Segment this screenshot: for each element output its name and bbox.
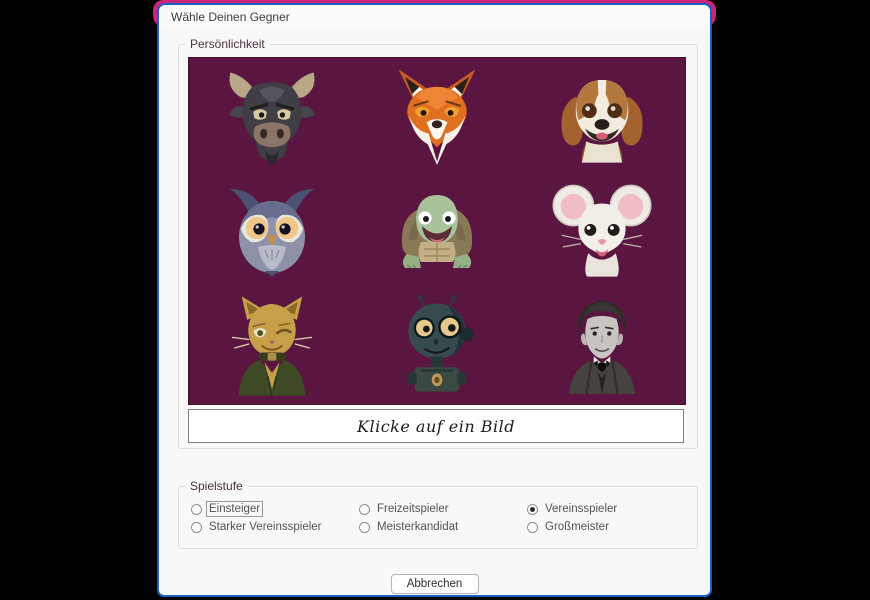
radio-icon[interactable]	[191, 522, 202, 533]
caption-text: Klicke auf ein Bild	[357, 417, 515, 436]
radio-icon[interactable]	[359, 504, 370, 515]
caption-bar: Klicke auf ein Bild	[188, 409, 684, 443]
avatar-man-portrait[interactable]	[527, 291, 677, 401]
radio-option-vereinsspieler[interactable]: Vereinsspieler	[527, 502, 695, 516]
title-bar[interactable]: Wähle Deinen Gegner	[159, 5, 710, 29]
radio-option-starker-vereinsspieler[interactable]: Starker Vereinsspieler	[191, 520, 359, 534]
levels-legend: Spielstufe	[186, 479, 247, 494]
avatar-dog[interactable]	[527, 61, 677, 171]
personality-legend: Persönlichkeit	[186, 37, 269, 52]
radio-label: Freizeitspieler	[375, 502, 451, 516]
man-portrait-icon	[550, 294, 654, 398]
avatar-mouse[interactable]	[527, 176, 677, 286]
radio-label: Vereinsspieler	[543, 502, 619, 516]
radio-label: Starker Vereinsspieler	[207, 520, 324, 534]
radio-icon[interactable]	[191, 504, 202, 515]
dog-icon	[549, 63, 655, 169]
avatar-owl[interactable]	[197, 176, 347, 286]
levels-grid: Einsteiger Freizeitspieler Vereinsspiele…	[191, 500, 693, 536]
avatar-fox[interactable]	[362, 61, 512, 171]
radio-option-einsteiger[interactable]: Einsteiger	[191, 502, 359, 516]
mouse-icon	[549, 178, 655, 284]
radio-icon[interactable]	[527, 504, 538, 515]
avatar-grid	[188, 57, 686, 405]
radio-option-freizeitspieler[interactable]: Freizeitspieler	[359, 502, 527, 516]
robot-icon	[384, 293, 490, 399]
radio-label: Meisterkandidat	[375, 520, 460, 534]
opponent-dialog: Wähle Deinen Gegner Persönlichkeit	[157, 3, 712, 597]
owl-icon	[222, 181, 322, 281]
radio-label: Großmeister	[543, 520, 611, 534]
cat-icon	[218, 292, 326, 400]
radio-option-grossmeister[interactable]: Großmeister	[527, 520, 695, 534]
avatar-robot[interactable]	[362, 291, 512, 401]
personality-groupbox: Persönlichkeit	[178, 44, 698, 449]
radio-icon[interactable]	[359, 522, 370, 533]
fox-icon	[385, 64, 489, 168]
avatar-turtle[interactable]	[362, 176, 512, 286]
avatar-cat[interactable]	[197, 291, 347, 401]
avatar-bull[interactable]	[197, 61, 347, 171]
dialog-title: Wähle Deinen Gegner	[171, 10, 290, 24]
radio-icon[interactable]	[527, 522, 538, 533]
turtle-icon	[387, 181, 487, 281]
bull-icon	[220, 64, 324, 168]
radio-label: Einsteiger	[207, 502, 262, 516]
radio-option-meisterkandidat[interactable]: Meisterkandidat	[359, 520, 527, 534]
cancel-button[interactable]: Abbrechen	[391, 574, 479, 594]
levels-groupbox: Spielstufe Einsteiger Freizeitspieler Ve…	[178, 486, 698, 549]
